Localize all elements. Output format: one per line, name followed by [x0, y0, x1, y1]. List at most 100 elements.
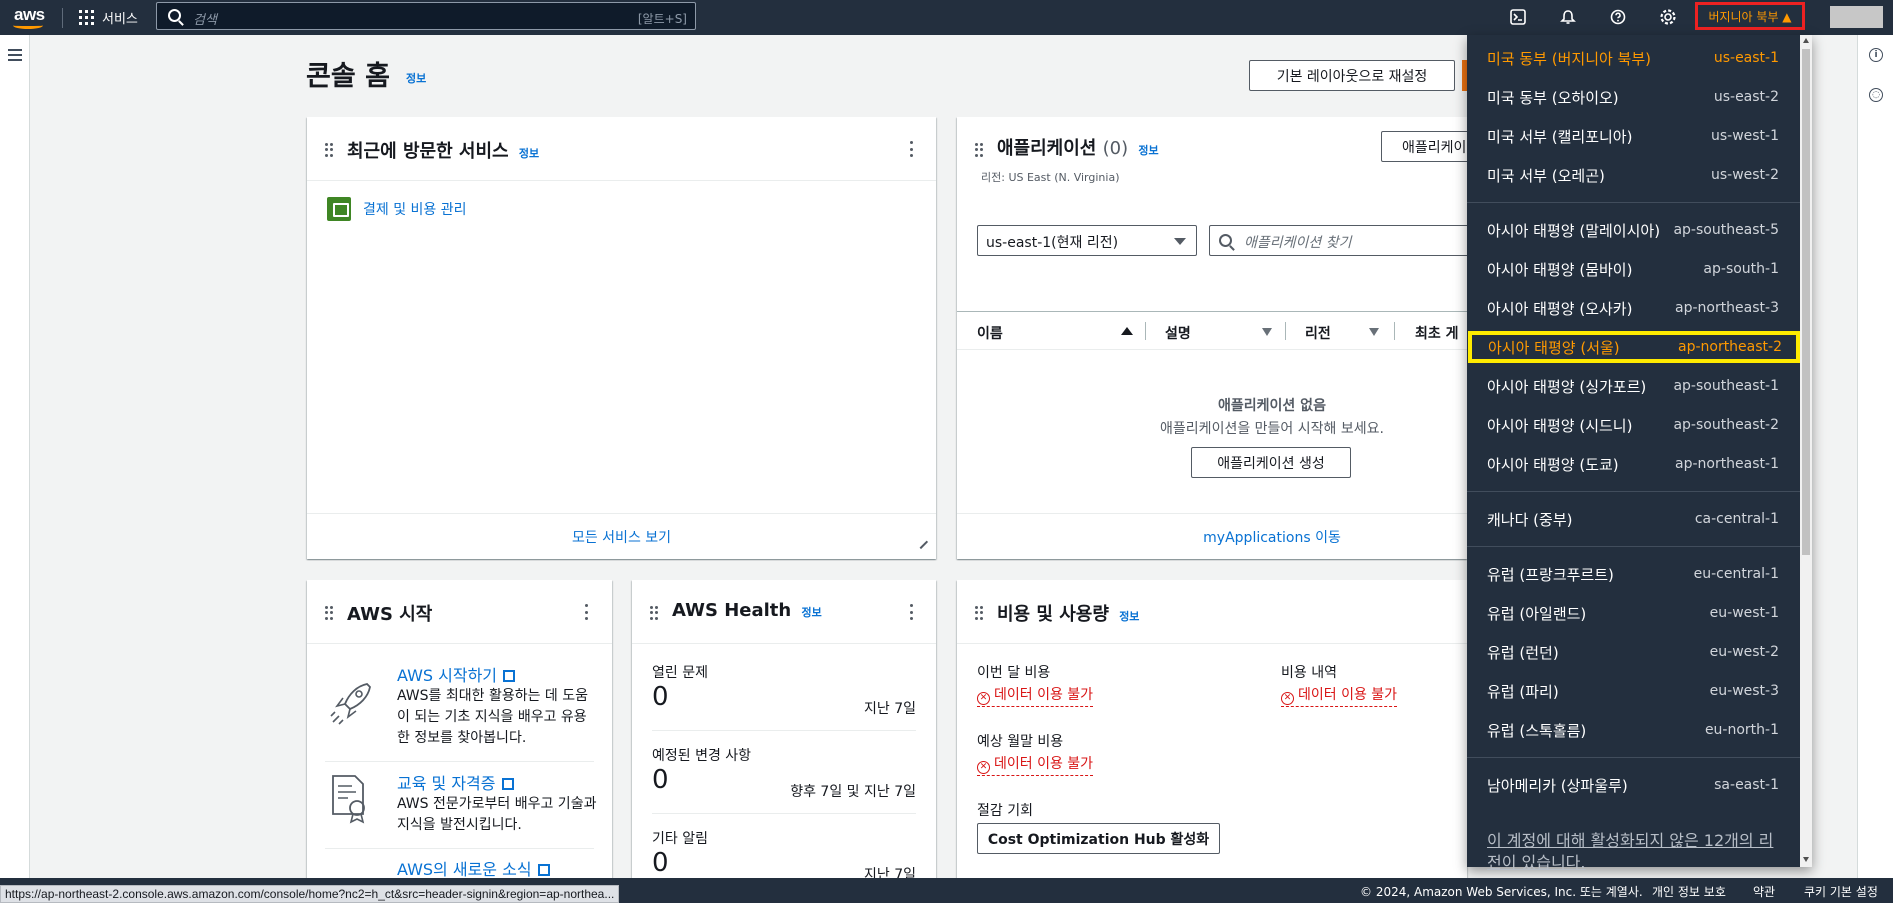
widget-title: AWS 시작	[347, 604, 433, 625]
scrollbar-thumb[interactable]	[1802, 49, 1810, 555]
region-option-ap-southeast-1[interactable]: 아시아 태평양 (싱가포르) ap-southeast-1	[1485, 370, 1781, 402]
region-option-sa-east-1[interactable]: 남아메리카 (상파울루) sa-east-1	[1485, 769, 1781, 801]
region-option-us-east-2[interactable]: 미국 동부 (오하이오) us-east-2	[1485, 81, 1781, 113]
cookie-preferences-link[interactable]: 쿠키 기본 설정	[1804, 883, 1878, 900]
dropdown-scrollbar[interactable]	[1800, 35, 1812, 867]
aws-health-widget: AWS Health 정보 열린 문제 0 지난 7일 예정된 변경 사항 0 …	[632, 580, 936, 880]
copyright-text: © 2024, Amazon Web Services, Inc. 또는 계열사…	[1360, 885, 1643, 899]
region-option-ca-central-1[interactable]: 캐나다 (중부) ca-central-1	[1485, 503, 1781, 535]
region-option-us-west-2[interactable]: 미국 서부 (오레곤) us-west-2	[1485, 159, 1781, 191]
sort-ascending-icon[interactable]	[1121, 327, 1133, 335]
other-alerts-label: 기타 알림	[652, 831, 708, 847]
open-issues-label: 열린 문제	[652, 665, 708, 681]
current-month-cost-label: 이번 달 비용	[977, 665, 1051, 681]
info-link[interactable]: 정보	[1138, 144, 1158, 157]
region-option-eu-west-2[interactable]: 유럽 (런던) eu-west-2	[1485, 636, 1781, 668]
forecast-cost-error[interactable]: ✕ 데이터 이용 불가	[977, 753, 1094, 776]
widget-menu-icon[interactable]	[910, 141, 914, 157]
scroll-up-icon[interactable]	[1803, 38, 1809, 43]
recent-services-widget: 최근에 방문한 서비스 정보 결제 및 비용 관리 모든 서비스 보기	[307, 117, 936, 559]
drag-handle-icon[interactable]	[975, 143, 983, 157]
region-option-ap-northeast-2[interactable]: 아시아 태평양 (서울) ap-northeast-2	[1468, 331, 1800, 363]
region-code: us-west-1	[1710, 128, 1779, 144]
region-option-eu-north-1[interactable]: 유럽 (스톡홀름) eu-north-1	[1485, 714, 1781, 746]
sort-icon[interactable]	[1369, 328, 1379, 336]
info-link[interactable]: 정보	[1119, 610, 1139, 623]
training-link[interactable]: 교육 및 자격증	[397, 770, 514, 794]
region-code: us-east-1	[1713, 50, 1779, 66]
menu-icon[interactable]	[8, 49, 22, 61]
create-app-button[interactable]: 애플리케이션 생성	[1191, 447, 1351, 478]
privacy-link[interactable]: 개인 정보 보호	[1652, 883, 1726, 900]
region-option-ap-south-1[interactable]: 아시아 태평양 (뭄바이) ap-south-1	[1485, 253, 1781, 285]
disabled-regions-note[interactable]: 이 계정에 대해 활성화되지 않은 12개의 리전이 있습니다.	[1487, 830, 1777, 874]
region-option-ap-southeast-2[interactable]: 아시아 태평양 (시드니) ap-southeast-2	[1485, 409, 1781, 441]
right-side-rail: i ◌	[1857, 35, 1893, 878]
region-option-eu-west-3[interactable]: 유럽 (파리) eu-west-3	[1485, 675, 1781, 707]
services-menu-button[interactable]: 서비스	[79, 6, 138, 28]
cost-history-label: 비용 내역	[1281, 665, 1337, 681]
open-issues-value[interactable]: 0	[652, 682, 669, 712]
search-placeholder: 검색	[193, 13, 217, 28]
region-option-eu-central-1[interactable]: 유럽 (프랑크푸르트) eu-central-1	[1485, 558, 1781, 590]
region-option-us-west-1[interactable]: 미국 서부 (캘리포니아) us-west-1	[1485, 120, 1781, 152]
cost-optimization-hub-button[interactable]: Cost Optimization Hub 활성화	[977, 823, 1220, 854]
drag-handle-icon[interactable]	[975, 606, 983, 620]
region-name: 미국 동부 (오하이오)	[1487, 88, 1619, 107]
cloudshell-icon[interactable]	[1506, 5, 1530, 29]
current-month-cost-error[interactable]: ✕ 데이터 이용 불가	[977, 684, 1094, 707]
sort-icon[interactable]	[1262, 328, 1272, 336]
whats-new-link[interactable]: AWS의 새로운 소식	[397, 856, 550, 880]
empty-state-description: 애플리케이션을 만들어 시작해 보세요.	[1160, 421, 1384, 437]
applications-widget: 애플리케이션 (0) 정보 리전: US East (N. Virginia) …	[957, 117, 1467, 559]
widget-menu-icon[interactable]	[585, 604, 589, 620]
region-name: 유럽 (아일랜드)	[1487, 604, 1587, 623]
find-applications-input[interactable]: 애플리케이션 찾기	[1209, 225, 1467, 256]
drag-handle-icon[interactable]	[325, 143, 333, 157]
savings-label: 절감 기회	[977, 803, 1033, 819]
error-icon: ✕	[1281, 692, 1294, 705]
column-header-region[interactable]: 리전	[1305, 323, 1331, 343]
info-link[interactable]: 정보	[802, 606, 822, 619]
region-option-ap-southeast-5[interactable]: 아시아 태평양 (말레이시아) ap-southeast-5	[1485, 214, 1781, 246]
view-all-services-link[interactable]: 모든 서비스 보기	[307, 527, 936, 547]
widget-menu-icon[interactable]	[910, 604, 914, 620]
region-note: 리전: US East (N. Virginia)	[981, 171, 1120, 184]
region-code: eu-north-1	[1704, 722, 1779, 738]
reset-layout-button[interactable]: 기본 레이아웃으로 재설정	[1249, 60, 1455, 91]
region-option-ap-northeast-1[interactable]: 아시아 태평양 (도쿄) ap-northeast-1	[1485, 448, 1781, 480]
other-alerts-value[interactable]: 0	[652, 848, 669, 878]
info-panel-icon[interactable]: i	[1869, 48, 1883, 62]
drag-handle-icon[interactable]	[325, 606, 333, 620]
column-header-name[interactable]: 이름	[977, 323, 1003, 343]
region-code: ca-central-1	[1694, 511, 1779, 527]
help-icon[interactable]	[1606, 5, 1630, 29]
recent-service-link[interactable]: 결제 및 비용 관리	[363, 199, 467, 219]
account-menu-button[interactable]	[1830, 6, 1883, 28]
region-selector-button[interactable]: 버지니아 북부 ▲	[1695, 2, 1805, 30]
page-info-link[interactable]: 정보	[406, 70, 426, 86]
column-separator	[1145, 322, 1146, 340]
column-header-description[interactable]: 설명	[1165, 323, 1191, 343]
settings-hexagon-icon[interactable]: ◌	[1869, 88, 1883, 102]
region-option-ap-northeast-3[interactable]: 아시아 태평양 (오사카) ap-northeast-3	[1485, 292, 1781, 324]
drag-handle-icon[interactable]	[650, 606, 658, 620]
region-code: eu-west-2	[1709, 644, 1779, 660]
scroll-down-icon[interactable]	[1803, 857, 1809, 862]
region-code: ap-northeast-3	[1674, 300, 1779, 316]
region-select[interactable]: us-east-1(현재 리전)	[977, 225, 1197, 256]
search-input[interactable]: 검색 [알트+S]	[156, 2, 696, 30]
divider	[307, 180, 936, 181]
create-application-button[interactable]: 애플리케이	[1381, 131, 1467, 162]
terms-link[interactable]: 약관	[1753, 883, 1775, 900]
column-header-created[interactable]: 최초 게	[1415, 323, 1459, 343]
region-option-eu-west-1[interactable]: 유럽 (아일랜드) eu-west-1	[1485, 597, 1781, 629]
bell-icon[interactable]	[1556, 5, 1580, 29]
cost-history-error[interactable]: ✕ 데이터 이용 불가	[1281, 684, 1398, 707]
region-option-us-east-1[interactable]: 미국 동부 (버지니아 북부) us-east-1	[1485, 42, 1781, 74]
scheduled-changes-value[interactable]: 0	[652, 765, 669, 795]
gear-icon[interactable]	[1656, 5, 1680, 29]
myapplications-link[interactable]: myApplications 이동	[957, 527, 1467, 547]
getting-started-link[interactable]: AWS 시작하기	[397, 662, 516, 686]
info-link[interactable]: 정보	[519, 147, 539, 160]
